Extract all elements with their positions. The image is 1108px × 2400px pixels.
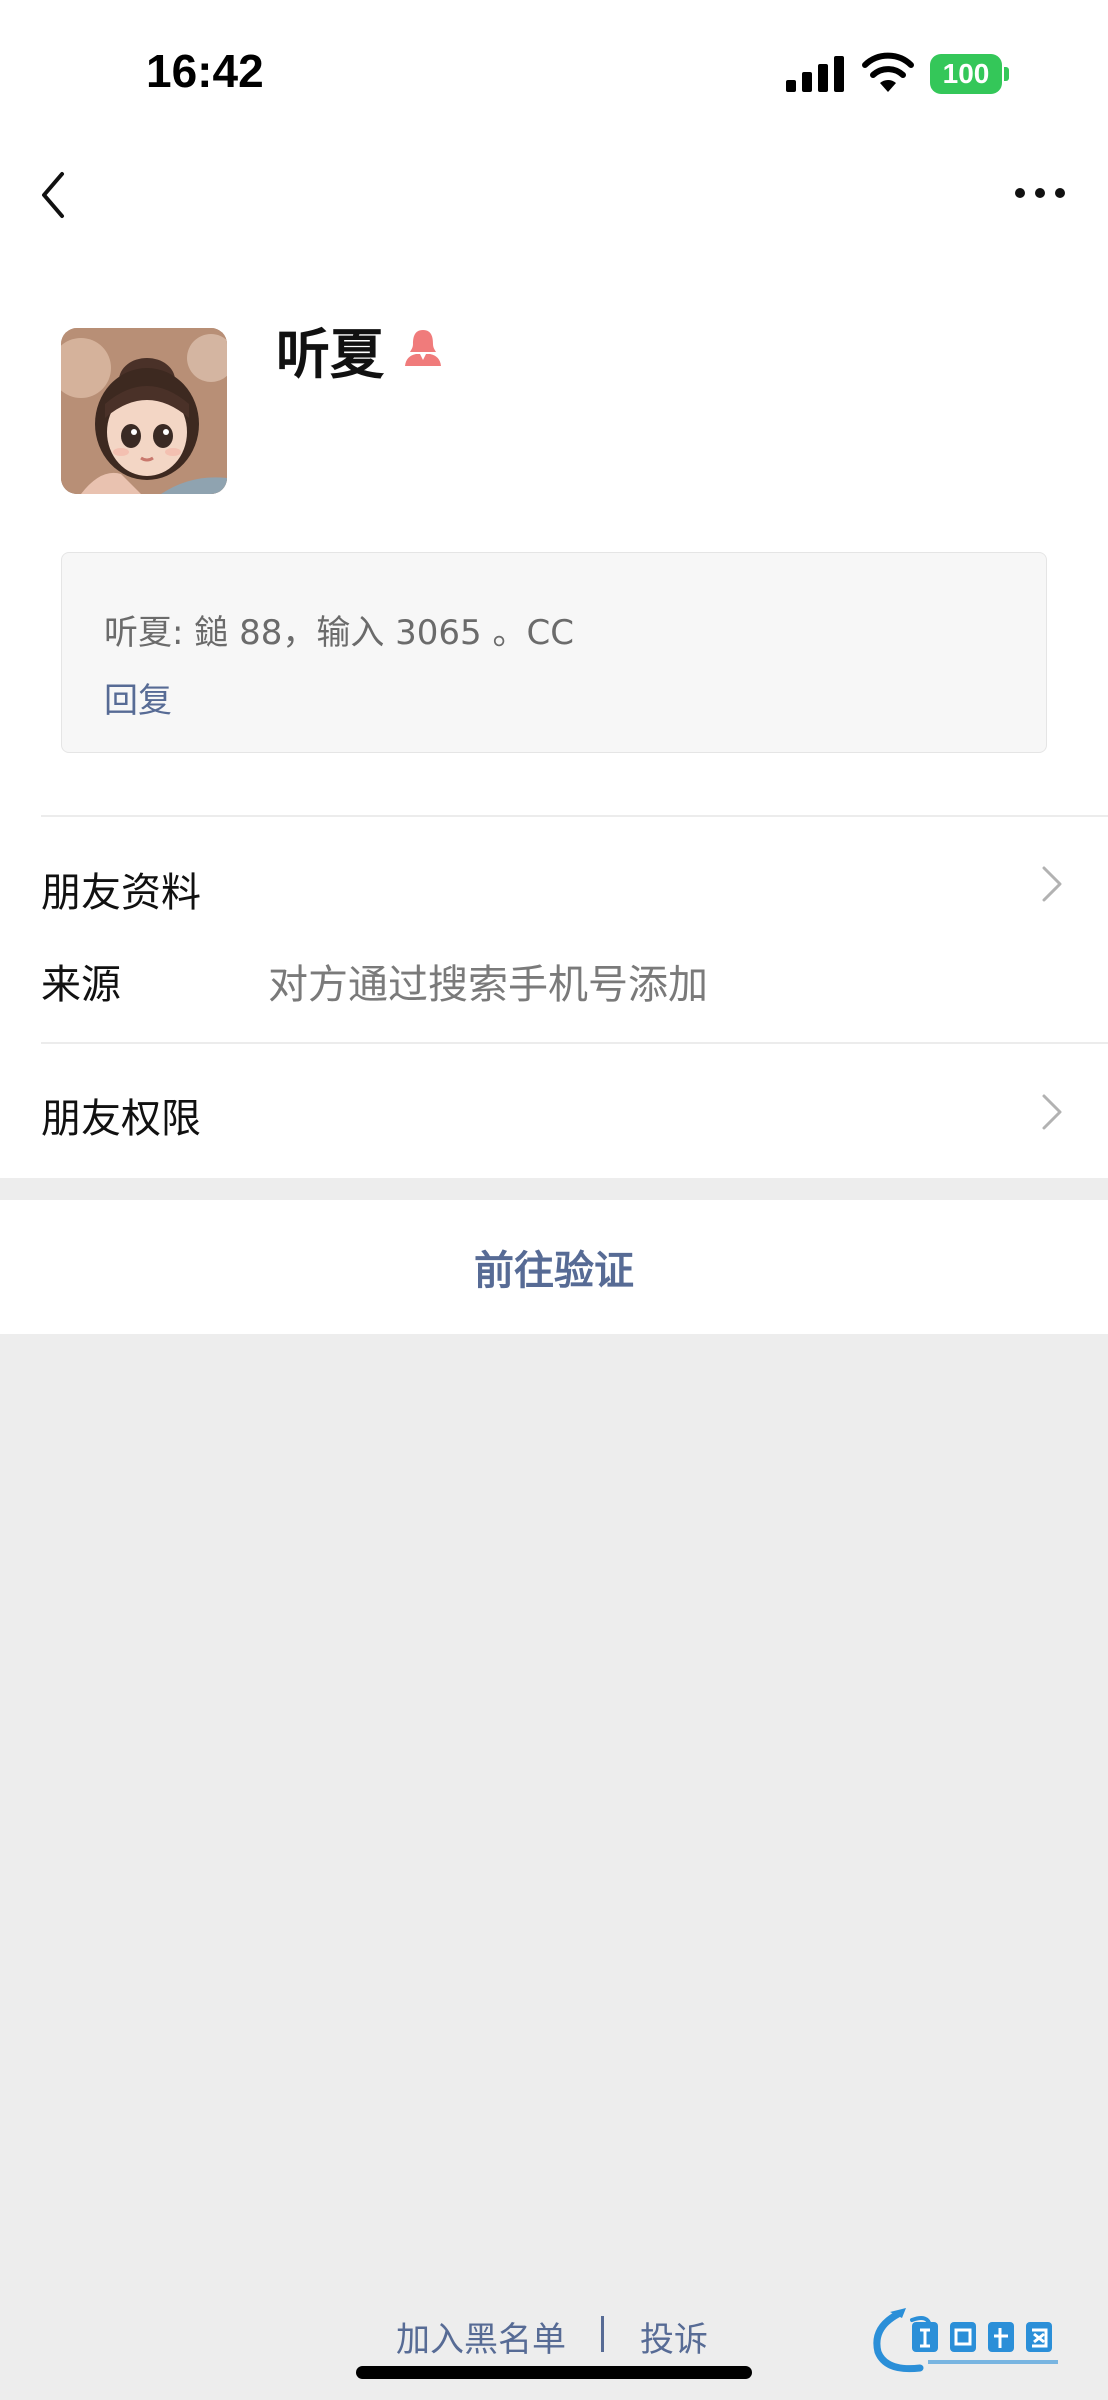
footer-separator (601, 2316, 604, 2352)
chevron-right-icon (1042, 866, 1062, 902)
avatar-illustration (61, 328, 227, 494)
home-indicator[interactable] (356, 2366, 752, 2379)
chevron-left-icon[interactable] (36, 168, 76, 222)
divider (41, 815, 1108, 817)
divider (41, 1042, 1108, 1044)
friend-permissions-label: 朋友权限 (41, 1096, 201, 1142)
watermark-logo (873, 2308, 1058, 2373)
reply-link[interactable]: 回复 (104, 673, 172, 722)
profile-name: 听夏 (276, 323, 384, 386)
verify-button[interactable]: 前往验证 (0, 1200, 1108, 1334)
chevron-right-icon (1042, 1094, 1062, 1130)
verification-message: 听夏: 鎚 88，输入 3065 。CC (104, 613, 574, 653)
status-time: 16:42 (146, 45, 264, 97)
verification-message-box: 听夏: 鎚 88，输入 3065 。CC 回复 (61, 552, 1047, 753)
battery-level: 100 (930, 54, 1002, 94)
female-user-icon (405, 330, 441, 366)
more-dots-icon[interactable] (1010, 178, 1070, 208)
avatar[interactable] (61, 328, 227, 494)
battery-icon: 100 (930, 54, 1010, 94)
friend-profile-label: 朋友资料 (41, 870, 201, 916)
report-link[interactable]: 投诉 (640, 2312, 708, 2361)
signal-icon (786, 56, 844, 92)
source-value: 对方通过搜索手机号添加 (268, 962, 708, 1008)
wifi-icon (862, 52, 914, 92)
blacklist-link[interactable]: 加入黑名单 (396, 2312, 566, 2361)
section-gap (0, 1178, 1108, 1200)
verify-button-label: 前往验证 (474, 1248, 634, 1294)
source-label: 来源 (41, 962, 121, 1008)
battery-cap (1004, 67, 1009, 81)
